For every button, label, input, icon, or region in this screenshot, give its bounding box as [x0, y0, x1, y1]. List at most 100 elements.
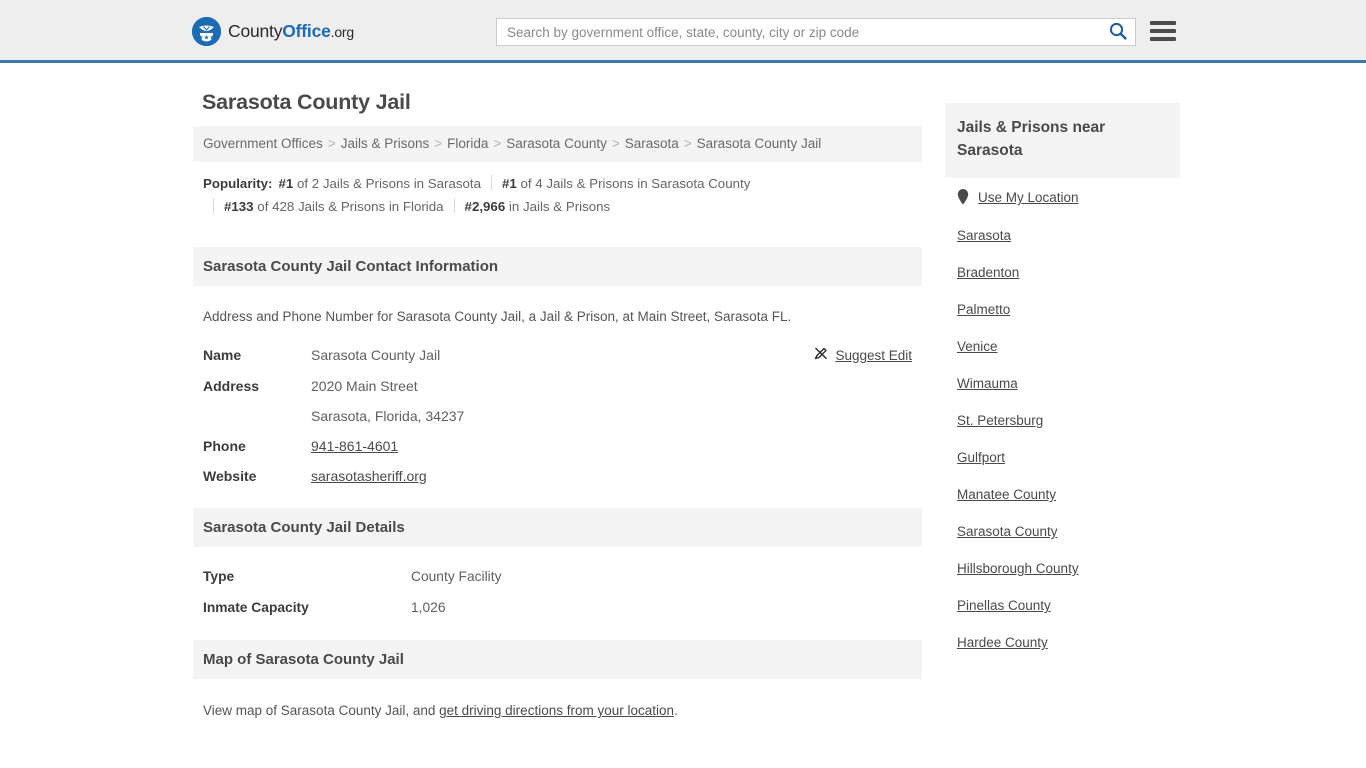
sidebar-use-my-location-label: Use My Location — [978, 190, 1079, 205]
popularity-item-1: #1 of 2 Jails & Prisons in Sarasota — [278, 176, 481, 191]
breadcrumb-item-sarasota-county[interactable]: Sarasota County — [506, 136, 607, 151]
phone-link[interactable]: 941-861-4601 — [311, 438, 398, 454]
page-body: Sarasota County Jail Government Offices >… — [0, 63, 1366, 721]
page-title: Sarasota County Jail — [202, 90, 411, 114]
breadcrumb: Government Offices > Jails & Prisons > Flori… — [193, 126, 922, 162]
contact-section-heading: Sarasota County Jail Contact Information — [193, 246, 922, 286]
table-row: Name Sarasota County Jail Suggest Edit — [203, 340, 912, 371]
table-row: Address 2020 Main Street — [203, 371, 912, 401]
logo-text-part1: County — [228, 20, 283, 41]
contact-value-address-line2: Sarasota, Florida, 34237 — [311, 408, 465, 425]
list-item: Bradenton — [957, 265, 1180, 281]
list-item: Wimauma — [957, 376, 1180, 392]
map-pin-icon — [957, 188, 969, 208]
popularity-divider — [213, 197, 214, 213]
website-link[interactable]: sarasotasheriff.org — [311, 468, 427, 484]
details-value-inmate-capacity: 1,026 — [411, 600, 446, 616]
popularity-item-2: #1 of 4 Jails & Prisons in Sarasota Coun… — [502, 176, 750, 191]
list-item: Manatee County — [957, 487, 1180, 503]
map-section-body: View map of Sarasota County Jail, and ge… — [193, 679, 922, 721]
list-item: Hardee County — [957, 635, 1180, 651]
logo-text-part2: Office — [282, 20, 331, 41]
search-icon — [1109, 22, 1127, 43]
svg-text:★★★: ★★★ — [198, 34, 216, 42]
popularity-item-3: #133 of 428 Jails & Prisons in Florida — [224, 199, 444, 214]
sidebar-item-sarasota-county[interactable]: Sarasota County — [957, 524, 1058, 539]
sidebar-item-pinellas-county[interactable]: Pinellas County — [957, 598, 1051, 613]
sidebar-heading: Jails & Prisons near Sarasota — [945, 103, 1180, 178]
empty-cell — [782, 431, 912, 461]
site-header: ★★★ CountyOffice.org — [0, 0, 1366, 63]
contact-value-website-cell: sarasotasheriff.org — [311, 461, 782, 491]
popularity-text-4: in Jails & Prisons — [508, 198, 611, 214]
map-description: View map of Sarasota County Jail, and ge… — [203, 701, 912, 721]
popularity-rank-3: #133 — [224, 198, 254, 214]
main-column: Sarasota County Jail Government Offices >… — [193, 63, 922, 721]
search-bar[interactable] — [496, 18, 1136, 46]
sidebar-item-wimauma[interactable]: Wimauma — [957, 376, 1018, 391]
popularity-text-1: of 2 Jails & Prisons in Sarasota — [296, 175, 481, 191]
empty-cell — [782, 461, 912, 491]
sidebar-item-bradenton[interactable]: Bradenton — [957, 265, 1019, 280]
contact-section-body: Address and Phone Number for Sarasota Co… — [193, 286, 922, 492]
popularity-item-4: #2,966 in Jails & Prisons — [465, 199, 611, 214]
site-logo-link[interactable]: ★★★ CountyOffice.org — [192, 17, 354, 46]
contact-info-table: Name Sarasota County Jail Suggest Edit A… — [203, 340, 912, 491]
popularity-divider — [490, 174, 492, 190]
breadcrumb-separator: > — [611, 136, 620, 151]
breadcrumb-item-florida[interactable]: Florida — [447, 136, 488, 151]
breadcrumb-item-government-offices[interactable]: Government Offices — [203, 136, 323, 151]
hamburger-menu-icon[interactable] — [1150, 19, 1176, 43]
list-item: Venice — [957, 339, 1180, 355]
search-button[interactable] — [1101, 19, 1135, 45]
popularity-section: Popularity: #1 of 2 Jails & Prisons in Sa… — [193, 162, 922, 230]
popularity-rank-4: #2,966 — [464, 198, 506, 214]
list-item: Use My Location — [957, 188, 1180, 208]
sidebar-item-gulfport[interactable]: Gulfport — [957, 450, 1005, 465]
table-row: Website sarasotasheriff.org — [203, 461, 912, 491]
contact-description: Address and Phone Number for Sarasota Co… — [203, 308, 792, 324]
details-section-body: Type County Facility Inmate Capacity 1,0… — [193, 547, 922, 623]
breadcrumb-separator: > — [493, 136, 502, 151]
driving-directions-link[interactable]: get driving directions from your locatio… — [439, 703, 674, 718]
contact-value-name: Sarasota County Jail — [311, 347, 441, 364]
suggest-edit-label: Suggest Edit — [835, 348, 912, 364]
contact-label-address: Address — [203, 378, 260, 395]
eagle-shield-logo-icon: ★★★ — [192, 17, 221, 46]
contact-label-website: Website — [203, 468, 257, 485]
sidebar-item-use-my-location[interactable]: Use My Location — [957, 188, 1180, 208]
content-container: Sarasota County Jail Government Offices >… — [188, 63, 1180, 721]
hamburger-bar-2 — [1150, 29, 1176, 33]
breadcrumb-separator: > — [434, 136, 443, 151]
sidebar-item-manatee-county[interactable]: Manatee County — [957, 487, 1056, 502]
breadcrumb-item-sarasota[interactable]: Sarasota — [625, 136, 679, 151]
sidebar-item-sarasota[interactable]: Sarasota — [957, 228, 1011, 243]
sidebar-item-hardee-county[interactable]: Hardee County — [957, 635, 1048, 650]
breadcrumb-separator: > — [327, 136, 336, 151]
list-item: Palmetto — [957, 302, 1180, 318]
table-row: Sarasota, Florida, 34237 — [203, 401, 912, 431]
contact-label-name: Name — [203, 347, 242, 364]
sidebar-item-st-petersburg[interactable]: St. Petersburg — [957, 413, 1043, 428]
sidebar-item-palmetto[interactable]: Palmetto — [957, 302, 1010, 317]
sidebar-item-hillsborough-county[interactable]: Hillsborough County — [957, 561, 1079, 576]
empty-cell — [782, 371, 912, 401]
search-input[interactable] — [497, 19, 1101, 45]
map-section-heading: Map of Sarasota County Jail — [193, 640, 922, 680]
popularity-rank-2: #1 — [501, 175, 517, 191]
suggest-edit-button[interactable]: Suggest Edit — [814, 346, 912, 366]
sidebar-item-venice[interactable]: Venice — [957, 339, 998, 354]
hamburger-bar-1 — [1150, 21, 1176, 25]
details-value-type: County Facility — [411, 569, 502, 585]
breadcrumb-item-jails-prisons[interactable]: Jails & Prisons — [341, 136, 430, 151]
map-text-before: View map of Sarasota County Jail, and — [203, 703, 440, 719]
popularity-text-3: of 428 Jails & Prisons in Florida — [257, 198, 444, 214]
details-section-heading: Sarasota County Jail Details — [193, 508, 922, 548]
list-item: St. Petersburg — [957, 413, 1180, 429]
map-text-after: . — [674, 703, 678, 719]
suggest-edit-cell: Suggest Edit — [782, 340, 912, 371]
breadcrumb-item-sarasota-county-jail[interactable]: Sarasota County Jail — [697, 136, 822, 151]
list-item: Gulfport — [957, 450, 1180, 466]
contact-value-phone-cell: 941-861-4601 — [311, 431, 782, 461]
details-label-inmate-capacity: Inmate Capacity — [203, 600, 309, 616]
